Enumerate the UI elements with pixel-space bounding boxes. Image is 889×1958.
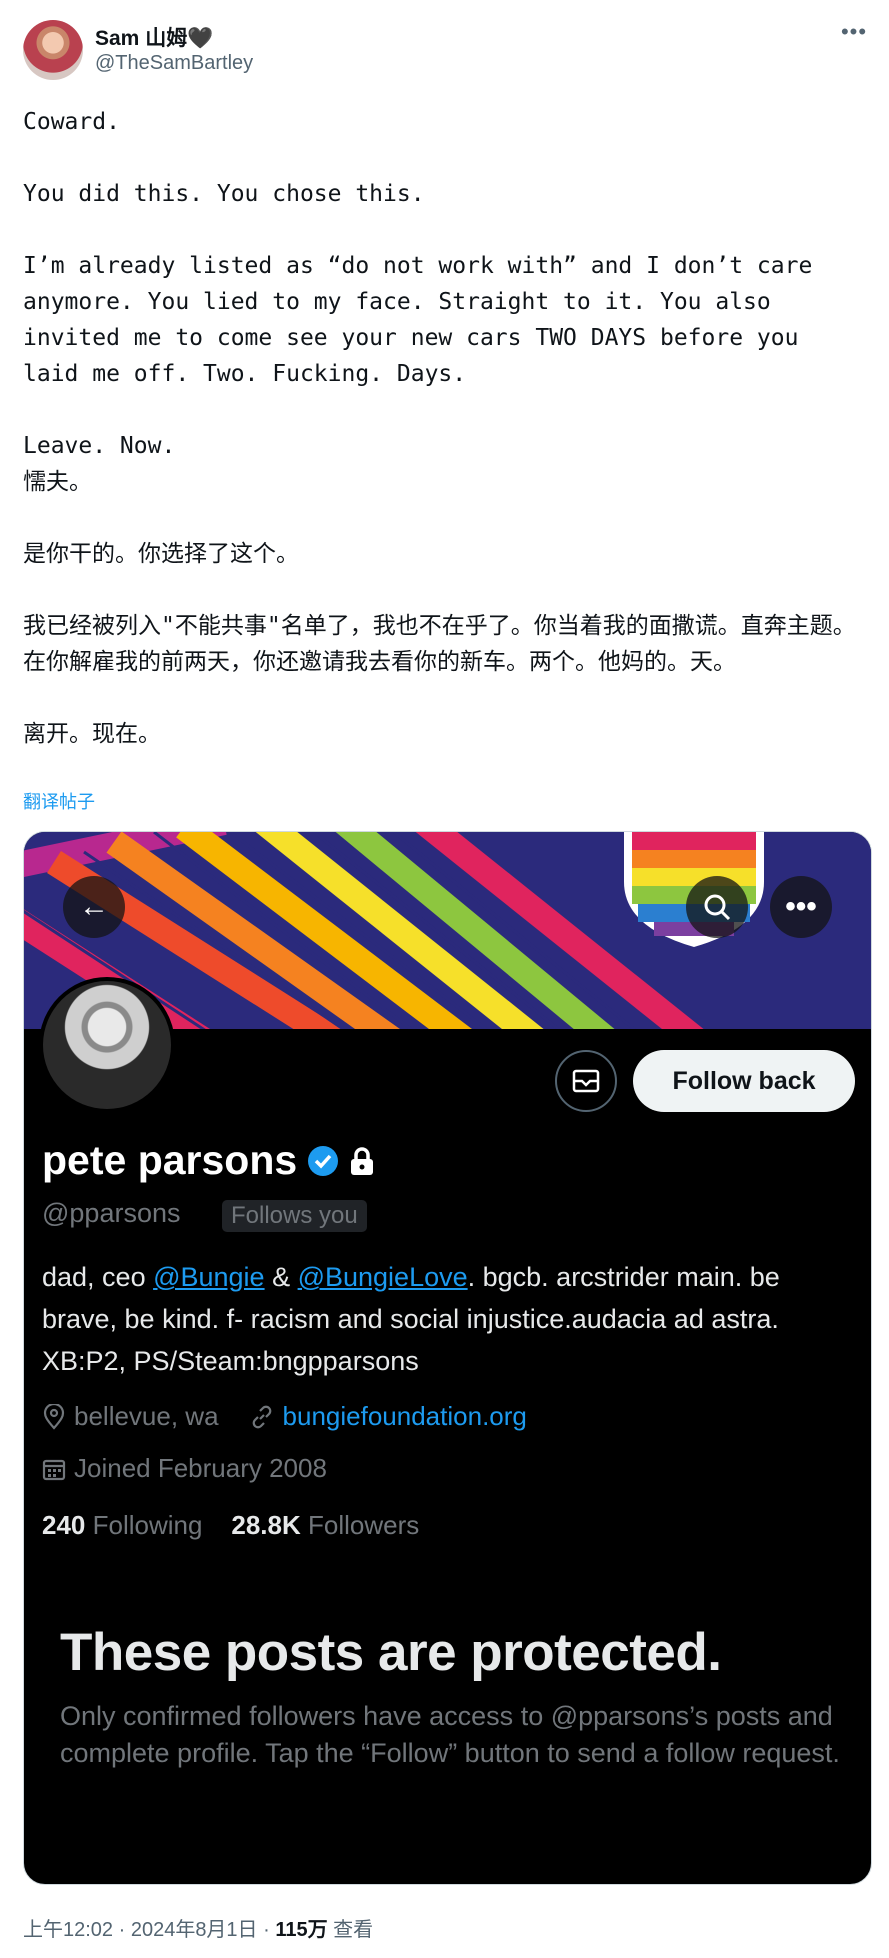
attached-image[interactable]: ← ••• Follow back pete parsons @pparsons… [23, 831, 872, 1885]
bio-mention-bungie[interactable]: @Bungie [153, 1262, 264, 1292]
translate-post-link[interactable]: 翻译帖子 [23, 788, 95, 814]
views-label: 查看 [327, 1919, 374, 1941]
link-icon [252, 1405, 271, 1428]
calendar-icon [42, 1459, 66, 1480]
author-display-name[interactable]: Sam 山姆🖤 [95, 22, 213, 52]
profile-name: pete parsons [42, 1137, 375, 1184]
envelope-icon [572, 1069, 600, 1093]
location-pin-icon [43, 1403, 65, 1430]
verified-badge-icon [308, 1145, 339, 1176]
profile-handle: @pparsons [42, 1198, 181, 1228]
bio-mention-bungielove[interactable]: @BungieLove [298, 1262, 468, 1292]
follow-back-button[interactable]: Follow back [633, 1050, 855, 1112]
follows-you-badge: Follows you [222, 1200, 367, 1232]
message-button[interactable] [555, 1050, 617, 1112]
follow-counts: 240 Following 28.8K Followers [42, 1510, 419, 1541]
joined-date: Joined February 2008 [74, 1453, 327, 1483]
tweet-timestamp-views: 上午12:02 · 2024年8月1日 · 115万 查看 [23, 1913, 373, 1942]
following-count: 240 [42, 1510, 86, 1540]
protected-title: These posts are protected. [60, 1623, 722, 1682]
author-handle[interactable]: @TheSamBartley [95, 52, 253, 75]
more-options-icon[interactable]: ••• [838, 21, 870, 46]
tweet-text: Coward. You did this. You chose this. I’… [23, 109, 856, 747]
followers-count: 28.8K [231, 1510, 301, 1540]
profile-website-link[interactable]: bungiefoundation.org [283, 1401, 527, 1432]
profile-location: bellevue, wa [74, 1401, 219, 1431]
profile-name-text: pete parsons [42, 1137, 298, 1183]
followers-stat[interactable]: 28.8K Followers [231, 1510, 419, 1540]
protected-body: Only confirmed followers have access to … [60, 1701, 840, 1768]
lock-icon [351, 1146, 374, 1175]
following-label: Following [92, 1510, 203, 1540]
profile-meta-row: bellevue, wa bungiefoundation.org [42, 1401, 527, 1432]
author-avatar[interactable] [23, 20, 83, 80]
following-stat[interactable]: 240 Following [42, 1510, 202, 1540]
bio-text-2: & [264, 1262, 298, 1292]
tweet-timestamp[interactable]: 上午12:02 · 2024年8月1日 · [23, 1919, 275, 1941]
bio-text-1: dad, ceo [42, 1262, 154, 1292]
views-count: 115万 [275, 1919, 328, 1941]
search-icon[interactable] [686, 876, 748, 938]
more-horizontal-icon[interactable]: ••• [770, 876, 832, 938]
followers-label: Followers [307, 1510, 420, 1540]
profile-avatar[interactable] [39, 977, 175, 1113]
profile-joined: Joined February 2008 [42, 1453, 327, 1484]
profile-bio: dad, ceo @Bungie & @BungieLove. bgcb. ar… [42, 1256, 862, 1382]
back-arrow-icon[interactable]: ← [63, 876, 125, 938]
